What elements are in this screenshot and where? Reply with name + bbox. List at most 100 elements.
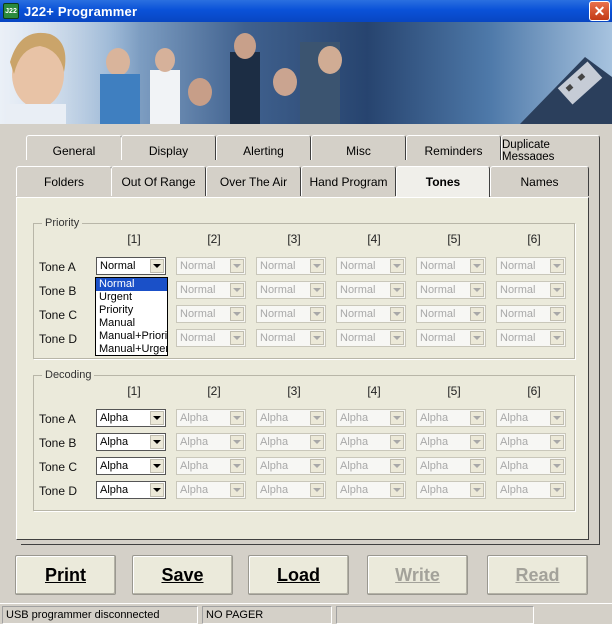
decoding-tone-a-3-select: Alpha	[256, 409, 326, 427]
combo-value: Normal	[180, 284, 216, 296]
decoding-tone-b-1-select[interactable]: Alpha	[96, 433, 166, 451]
chevron-down-icon[interactable]	[150, 459, 164, 473]
chevron-down-icon[interactable]	[150, 259, 164, 273]
chevron-down-icon	[470, 483, 484, 497]
combo-value: Normal	[420, 284, 456, 296]
dropdown-option-manual-urgent[interactable]: Manual+Urgent	[96, 343, 167, 356]
dropdown-option-priority[interactable]: Priority	[96, 304, 167, 317]
dropdown-option-manual-priority[interactable]: Manual+Priority	[96, 330, 167, 343]
dropdown-option-normal[interactable]: Normal	[96, 278, 167, 291]
decoding-row-label-d: Tone D	[39, 484, 78, 498]
chevron-down-icon	[310, 411, 324, 425]
combo-value: Alpha	[340, 484, 369, 496]
combo-value: Alpha	[180, 460, 209, 472]
combo-value: Alpha	[100, 436, 129, 448]
combo-value: Normal	[420, 332, 456, 344]
status-extra	[336, 606, 534, 624]
load-button[interactable]: Load	[248, 555, 349, 595]
combo-value: Alpha	[340, 412, 369, 424]
combo-value: Alpha	[260, 484, 289, 496]
chevron-down-icon	[390, 435, 404, 449]
priority-tone-a-5-select: Normal	[416, 257, 486, 275]
priority-dropdown-list: Normal Urgent Priority Manual Manual+Pri…	[95, 277, 168, 356]
combo-value: Alpha	[420, 412, 449, 424]
combo-value: Alpha	[100, 484, 129, 496]
priority-tone-b-3-select: Normal	[256, 281, 326, 299]
decoding-tone-d-3-select: Alpha	[256, 481, 326, 499]
close-button[interactable]: ✕	[589, 1, 610, 21]
priority-tone-c-4-select: Normal	[336, 305, 406, 323]
combo-value: Alpha	[340, 460, 369, 472]
chevron-down-icon	[230, 331, 244, 345]
priority-col-1: [1]	[127, 232, 141, 246]
print-button[interactable]: Print	[15, 555, 116, 595]
priority-tone-d-6-select: Normal	[496, 329, 566, 347]
combo-value: Alpha	[500, 436, 529, 448]
chevron-down-icon	[550, 331, 564, 345]
decoding-tone-d-1-select[interactable]: Alpha	[96, 481, 166, 499]
tab-over-the-air[interactable]: Over The Air	[206, 166, 301, 196]
priority-tone-d-4-select: Normal	[336, 329, 406, 347]
chevron-down-icon	[390, 411, 404, 425]
chevron-down-icon	[470, 435, 484, 449]
priority-col-6: [6]	[527, 232, 541, 246]
combo-value: Alpha	[340, 436, 369, 448]
decoding-col-3: [3]	[287, 384, 301, 398]
chevron-down-icon[interactable]	[150, 411, 164, 425]
write-button: Write	[367, 555, 468, 595]
chevron-down-icon	[310, 483, 324, 497]
combo-value: Alpha	[420, 436, 449, 448]
decoding-col-2: [2]	[207, 384, 221, 398]
chevron-down-icon	[310, 435, 324, 449]
chevron-down-icon	[390, 331, 404, 345]
chevron-down-icon	[550, 259, 564, 273]
decoding-tone-c-2-select: Alpha	[176, 457, 246, 475]
chevron-down-icon	[310, 259, 324, 273]
priority-tone-c-3-select: Normal	[256, 305, 326, 323]
dropdown-option-urgent[interactable]: Urgent	[96, 291, 167, 304]
decoding-tone-b-4-select: Alpha	[336, 433, 406, 451]
decoding-tone-a-4-select: Alpha	[336, 409, 406, 427]
chevron-down-icon[interactable]	[150, 435, 164, 449]
tab-tones[interactable]: Tones	[396, 166, 490, 197]
combo-value: Alpha	[100, 412, 129, 424]
chevron-down-icon[interactable]	[150, 483, 164, 497]
chevron-down-icon	[550, 459, 564, 473]
combo-value: Normal	[340, 284, 376, 296]
chevron-down-icon	[470, 411, 484, 425]
tab-out-of-range[interactable]: Out Of Range	[111, 166, 206, 196]
chevron-down-icon	[390, 283, 404, 297]
decoding-tone-a-2-select: Alpha	[176, 409, 246, 427]
chevron-down-icon	[230, 259, 244, 273]
chevron-down-icon	[470, 307, 484, 321]
priority-tone-a-1-select[interactable]: Normal	[96, 257, 166, 275]
decoding-col-4: [4]	[367, 384, 381, 398]
decoding-col-1: [1]	[127, 384, 141, 398]
priority-col-4: [4]	[367, 232, 381, 246]
decoding-tone-c-1-select[interactable]: Alpha	[96, 457, 166, 475]
combo-value: Normal	[260, 260, 296, 272]
tab-folders[interactable]: Folders	[16, 166, 112, 196]
decoding-tone-a-1-select[interactable]: Alpha	[96, 409, 166, 427]
decoding-tone-c-5-select: Alpha	[416, 457, 486, 475]
dropdown-option-manual[interactable]: Manual	[96, 317, 167, 330]
close-icon: ✕	[593, 2, 606, 19]
save-button[interactable]: Save	[132, 555, 233, 595]
chevron-down-icon	[310, 459, 324, 473]
title-bar[interactable]: J22 J22+ Programmer ✕	[0, 0, 612, 22]
tab-names[interactable]: Names	[490, 166, 589, 196]
priority-tone-b-4-select: Normal	[336, 281, 406, 299]
priority-col-5: [5]	[447, 232, 461, 246]
chevron-down-icon	[310, 331, 324, 345]
combo-value: Normal	[500, 260, 536, 272]
combo-value: Alpha	[180, 484, 209, 496]
priority-tone-a-6-select: Normal	[496, 257, 566, 275]
priority-row-label-d: Tone D	[39, 332, 78, 346]
tab-hand-program[interactable]: Hand Program	[301, 166, 396, 196]
decoding-tone-d-4-select: Alpha	[336, 481, 406, 499]
decoding-row-label-a: Tone A	[39, 412, 76, 426]
decoding-tone-b-6-select: Alpha	[496, 433, 566, 451]
chevron-down-icon	[550, 435, 564, 449]
chevron-down-icon	[230, 459, 244, 473]
combo-value: Alpha	[500, 460, 529, 472]
